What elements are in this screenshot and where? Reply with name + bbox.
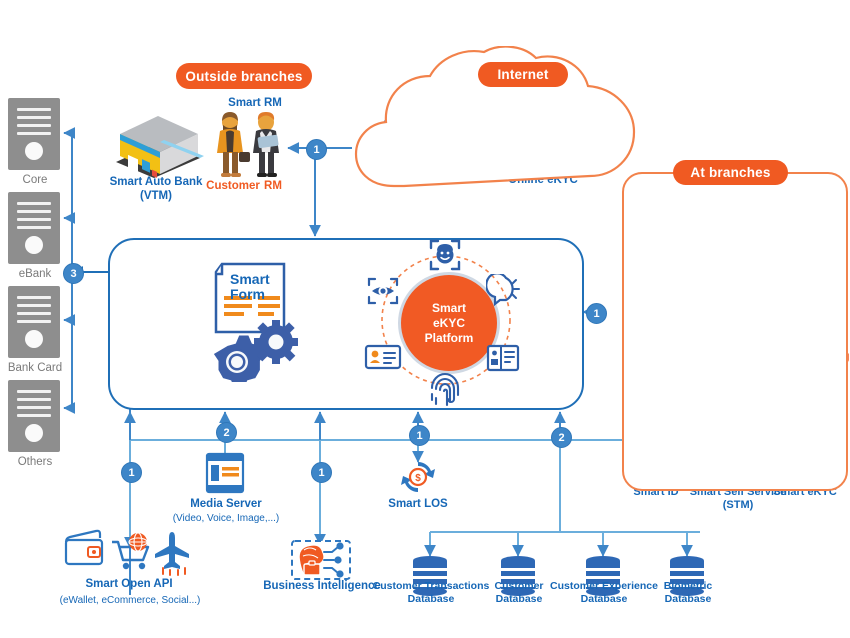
customer-rm-people-icon — [217, 112, 279, 177]
diagram-canvas: Core eBank Bank Card Others Outside bran… — [0, 0, 850, 638]
db0-line2: Database — [407, 592, 455, 605]
smart-form-line2: Form — [230, 285, 265, 302]
smart-auto-bank-line1: Smart Auto Bank — [109, 176, 203, 188]
badge-bi-1: 1 — [311, 462, 332, 483]
iris-scan-icon — [367, 277, 399, 305]
ekyc-line1: Smart — [431, 300, 466, 315]
pill-outside-branches: Outside branches — [176, 63, 312, 89]
pill-internet: Internet — [478, 62, 568, 87]
smart-open-api-icon — [64, 529, 189, 576]
badge-media-2: 2 — [216, 422, 237, 443]
server-core — [8, 98, 60, 170]
server-bank-card — [8, 286, 60, 358]
media-server-sub: (Video, Voice, Image,...) — [172, 513, 280, 524]
business-intelligence-icon — [291, 540, 351, 580]
badge-branches-1: 1 — [586, 303, 607, 324]
id-card-icon — [364, 344, 402, 370]
smart-los-label: Smart LOS — [388, 498, 448, 510]
server-others-label: Others — [17, 456, 53, 468]
server-core-label: Core — [22, 174, 48, 186]
badge-outside-1: 1 — [306, 139, 327, 160]
pill-at-branches-label: At branches — [690, 165, 771, 180]
business-intelligence-label: Business Intelligence — [263, 580, 381, 592]
badge-db-2: 2 — [551, 427, 572, 448]
smart-open-api-label: Smart Open API — [85, 578, 173, 590]
voice-recognition-icon — [486, 274, 520, 307]
smart-auto-bank-icon — [116, 116, 204, 178]
rm-label: RM — [264, 180, 282, 192]
document-ocr-icon — [486, 344, 520, 372]
customer-label: Customer — [206, 180, 260, 192]
svg-text:$: $ — [415, 473, 421, 484]
ekyc-line3: Platform — [424, 330, 474, 345]
server-bank-card-label: Bank Card — [7, 362, 63, 374]
db0-line1: Customer Transactions — [372, 580, 490, 592]
smart-rm-title: Smart RM — [228, 97, 282, 109]
face-scan-icon — [429, 239, 461, 271]
pill-internet-label: Internet — [497, 67, 549, 82]
media-server-icon — [205, 452, 245, 494]
pill-outside-branches-label: Outside branches — [185, 68, 303, 84]
database-customer-experience-label: Customer Experience Database — [548, 580, 660, 605]
badge-core-3: 3 — [63, 263, 84, 284]
smart-form-line1: Smart — [230, 271, 270, 287]
smart-auto-bank-label: Smart Auto Bank (VTM) — [96, 176, 216, 204]
at-branches-panel — [622, 172, 848, 491]
smart-form-label: Smart Form — [230, 272, 296, 301]
server-ebank-label: eBank — [18, 268, 52, 280]
server-others — [8, 380, 60, 452]
database-customer-transactions-label: Customer Transactions Database — [372, 580, 490, 605]
database-biometric-label: Biometric Database — [650, 580, 726, 605]
media-server-label: Media Server — [190, 498, 262, 510]
db2-line2: Database — [580, 592, 628, 605]
smart-open-api-sub: (eWallet, eCommerce, Social...) — [59, 595, 201, 606]
badge-openapi-1: 1 — [121, 462, 142, 483]
db2-line1: Customer Experience — [550, 580, 658, 592]
badge-los-1: 1 — [409, 425, 430, 446]
smart-los-icon: $ — [401, 462, 435, 492]
ekyc-line2: eKYC — [432, 315, 465, 330]
smart-self-service-sub: (STM) — [722, 499, 754, 512]
server-ebank — [8, 192, 60, 264]
db3-line2: Database — [664, 592, 712, 605]
smart-auto-bank-line2: (VTM) — [140, 189, 172, 202]
pill-at-branches: At branches — [673, 160, 788, 185]
fingerprint-icon — [430, 373, 460, 407]
db3-line1: Biometric — [663, 580, 713, 592]
smart-ekyc-platform-circle: Smart eKYC Platform — [398, 272, 500, 374]
